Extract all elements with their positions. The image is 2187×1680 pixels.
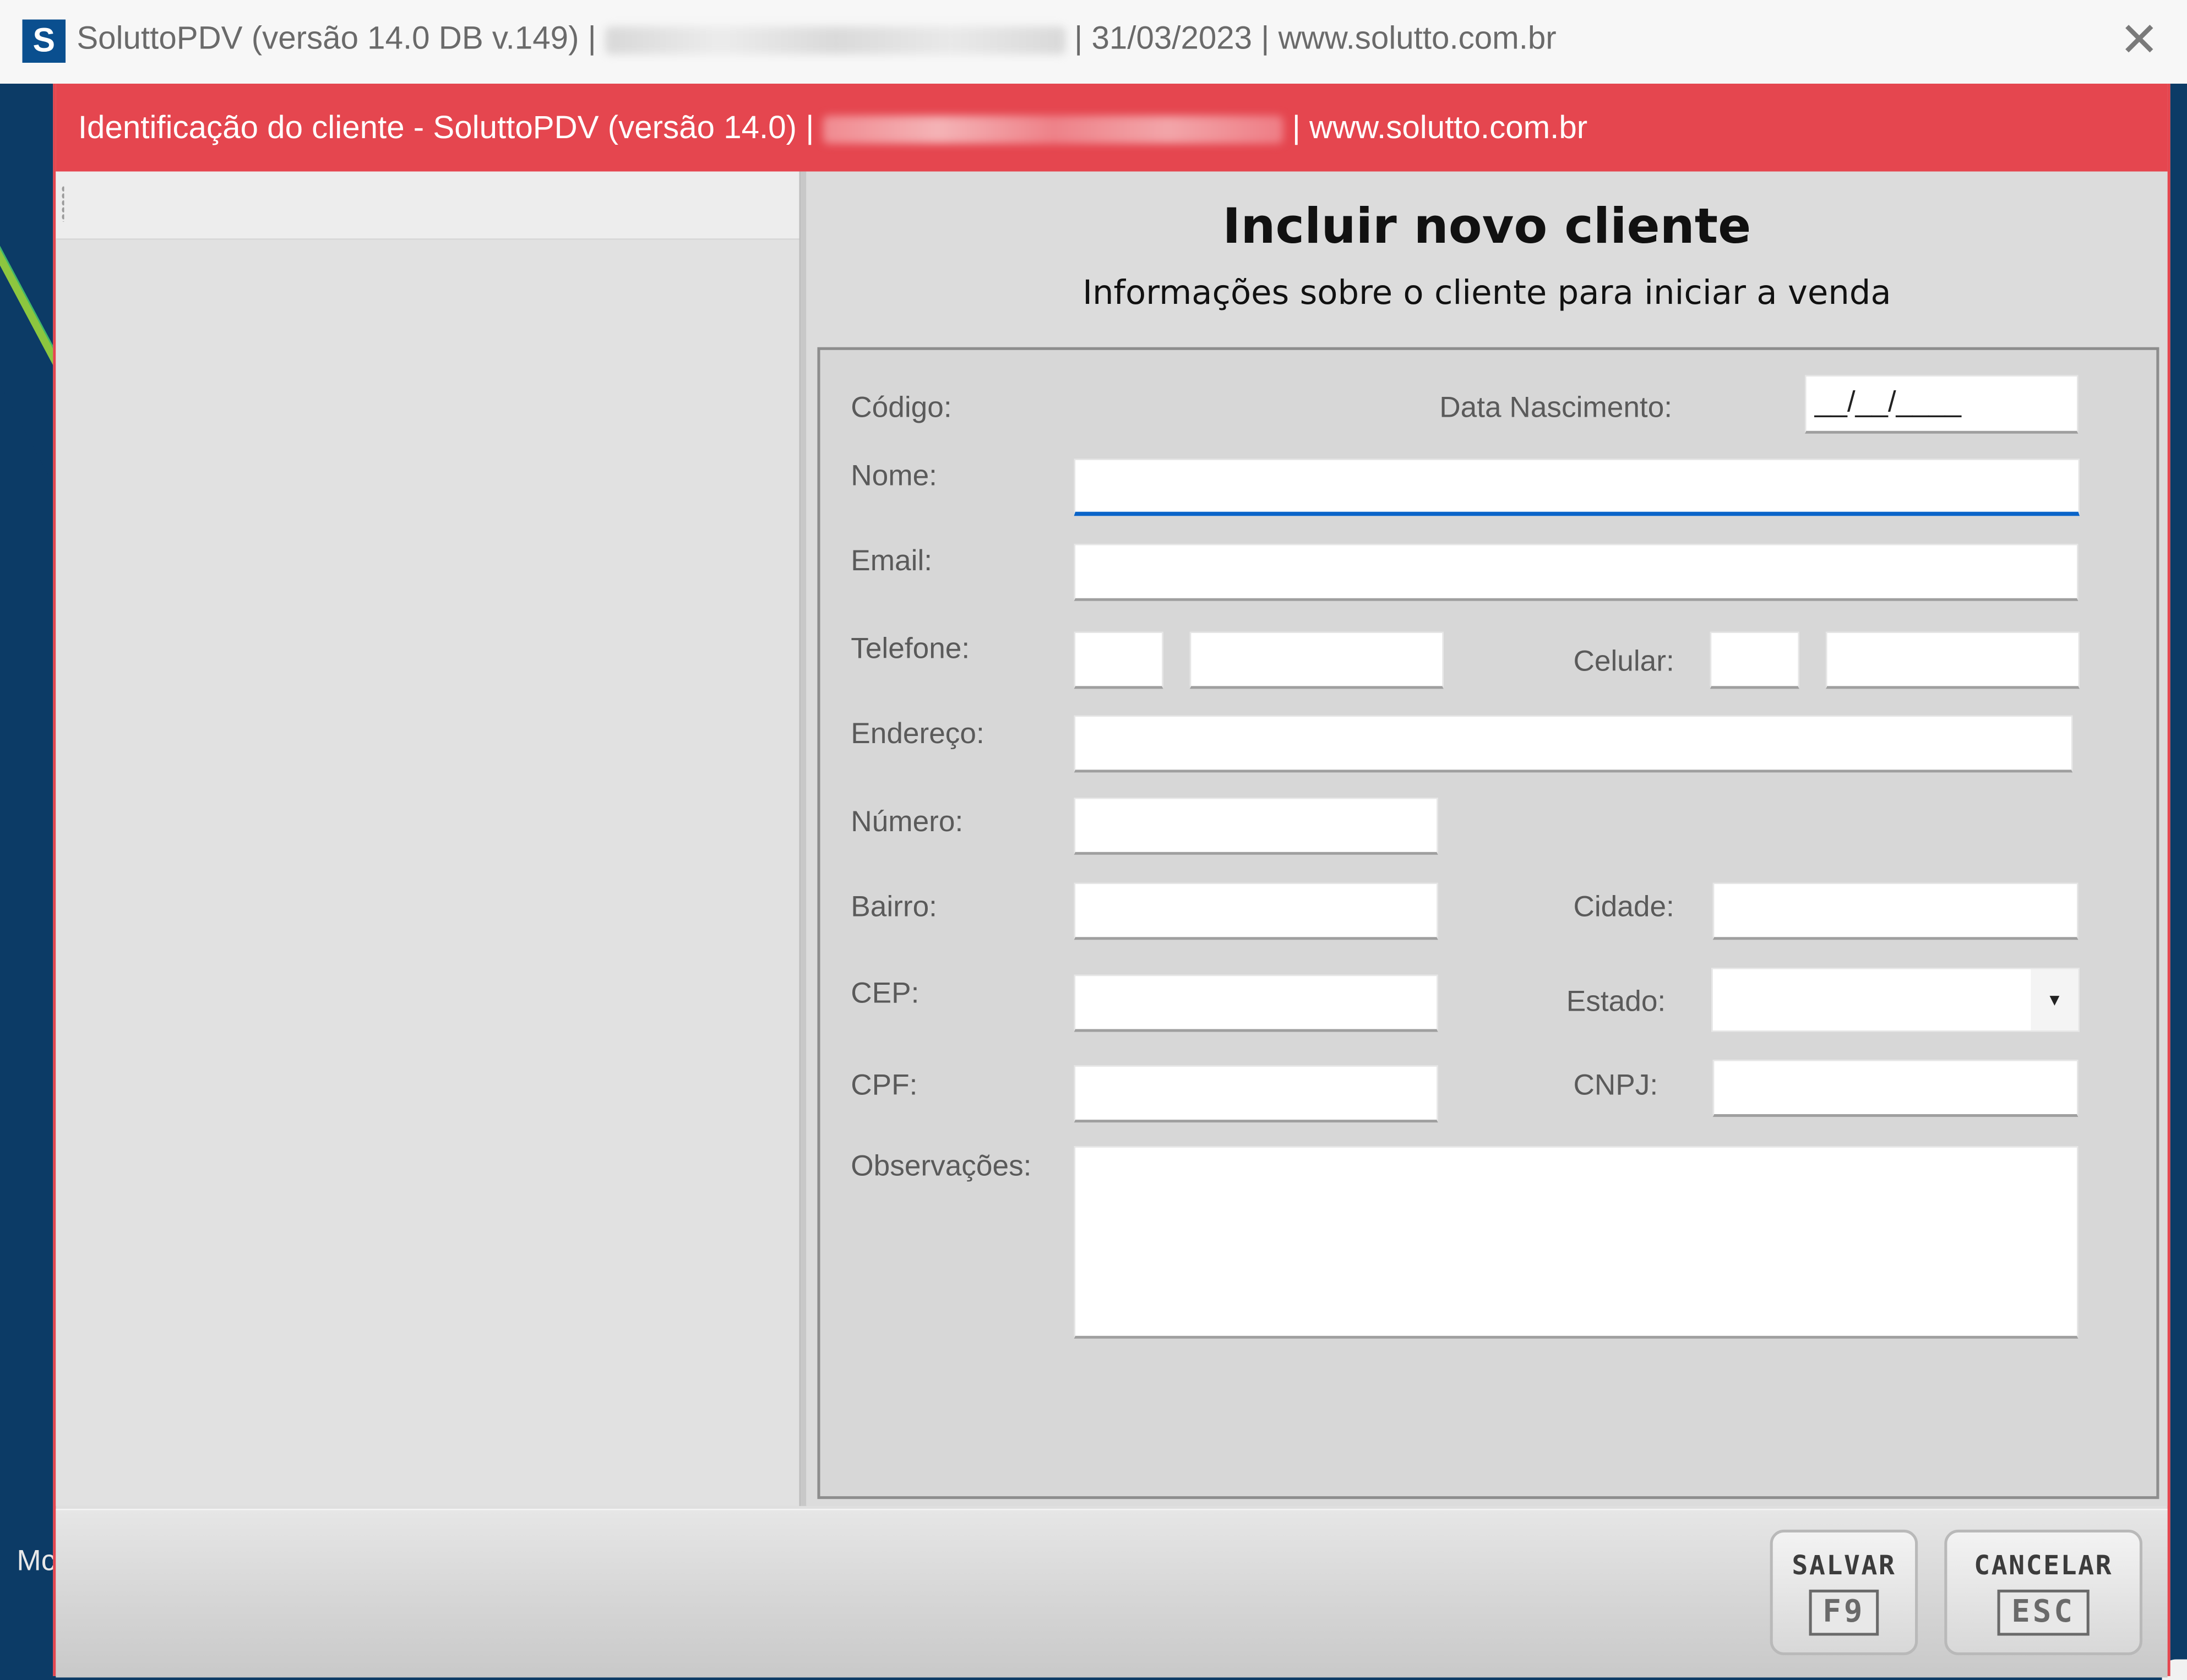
cancel-button-label: CANCELAR [1974, 1550, 2113, 1581]
observacoes-label: Observações: [851, 1150, 1032, 1183]
close-icon[interactable]: ✕ [2119, 17, 2159, 64]
client-identification-dialog: Identificação do cliente - SoluttoPDV (v… [53, 83, 2170, 1678]
chevron-down-icon[interactable]: ▼ [2031, 969, 2079, 1031]
bairro-label: Bairro: [851, 891, 937, 923]
nome-field[interactable] [1074, 459, 2080, 516]
outer-title-suffix: | 31/03/2023 | www.solutto.com.br [1074, 19, 1557, 56]
client-list-toolbar [56, 171, 799, 240]
outer-title-prefix: SoluttoPDV (versão 14.0 DB v.149) | [77, 19, 596, 56]
dialog-title: Identificação do cliente - SoluttoPDV (v… [78, 109, 1587, 146]
cnpj-field[interactable] [1712, 1060, 2079, 1117]
new-client-panel: Incluir novo cliente Informações sobre o… [806, 171, 2168, 1506]
celular-label: Celular: [1573, 645, 1674, 678]
dialog-action-bar: SALVAR F9 CANCELAR ESC [56, 1508, 2168, 1678]
celular-ddd-field[interactable] [1710, 631, 1799, 689]
redacted-account-info [823, 116, 1283, 144]
outer-title-bar: S SoluttoPDV (versão 14.0 DB v.149) | | … [0, 0, 2187, 84]
celular-field[interactable] [1825, 631, 2080, 689]
email-label: Email: [851, 545, 933, 577]
save-button[interactable]: SALVAR F9 [1770, 1529, 1918, 1655]
client-list-panel [56, 171, 799, 1506]
observacoes-textarea[interactable] [1074, 1146, 2079, 1339]
cidade-field[interactable] [1712, 882, 2079, 940]
form-subheading: Informações sobre o cliente para iniciar… [1082, 273, 1891, 313]
cep-label: CEP: [851, 977, 920, 1010]
telefone-ddd-field[interactable] [1074, 631, 1163, 689]
save-button-label: SALVAR [1792, 1550, 1896, 1581]
screen: S SoluttoPDV (versão 14.0 DB v.149) | | … [0, 0, 2187, 1680]
app-logo-icon: S [22, 19, 66, 63]
cnpj-label: CNPJ: [1573, 1069, 1658, 1102]
telefone-field[interactable] [1189, 631, 1444, 689]
dialog-title-bar: Identificação do cliente - SoluttoPDV (v… [56, 83, 2168, 172]
form-heading: Incluir novo cliente [1222, 199, 1751, 255]
endereco-field[interactable] [1074, 715, 2073, 773]
birthdate-field[interactable]: __/__/____ [1804, 375, 2079, 434]
bairro-field[interactable] [1074, 882, 1438, 940]
cep-field[interactable] [1074, 974, 1438, 1032]
cpf-field[interactable] [1074, 1065, 1438, 1123]
save-shortcut-key: F9 [1808, 1589, 1879, 1635]
numero-label: Número: [851, 806, 964, 838]
estado-label: Estado: [1566, 985, 1666, 1018]
birthdate-value: __/__/____ [1814, 386, 1961, 418]
background-label: Mc [17, 1545, 56, 1578]
cidade-label: Cidade: [1573, 891, 1674, 923]
nome-label: Nome: [851, 460, 937, 493]
estado-select[interactable]: ▼ [1711, 968, 2080, 1032]
outer-window-title: SoluttoPDV (versão 14.0 DB v.149) | | 31… [77, 19, 1556, 57]
grip-icon[interactable] [61, 185, 64, 222]
birthdate-label: Data Nascimento: [1439, 391, 1673, 424]
endereco-label: Endereço: [851, 718, 984, 750]
dialog-title-suffix: | www.solutto.com.br [1292, 108, 1588, 145]
client-form: Código: Data Nascimento: __/__/____ Nome… [817, 347, 2159, 1499]
dialog-title-prefix: Identificação do cliente - SoluttoPDV (v… [78, 108, 814, 145]
numero-field[interactable] [1074, 797, 1438, 855]
redacted-account-info [605, 26, 1065, 54]
email-field[interactable] [1074, 543, 2079, 601]
cancel-shortcut-key: ESC [1997, 1589, 2090, 1635]
telefone-label: Telefone: [851, 633, 970, 666]
codigo-label: Código: [851, 391, 952, 424]
cpf-label: CPF: [851, 1069, 918, 1102]
cancel-button[interactable]: CANCELAR ESC [1944, 1529, 2142, 1655]
